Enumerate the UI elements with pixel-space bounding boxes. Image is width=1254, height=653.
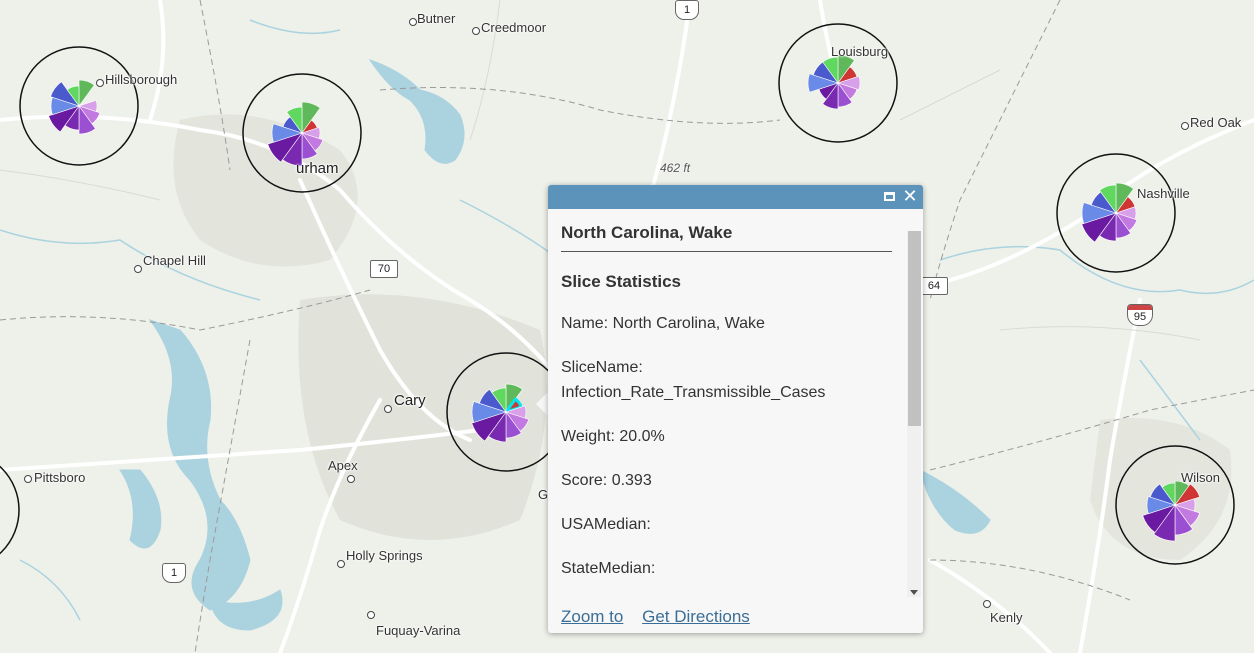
maximize-icon[interactable] [881,188,899,206]
place-label: Wilson [1181,470,1221,485]
popup-pointer [536,392,548,416]
place-dot [347,475,355,483]
us-route-64-shield: 64 [920,277,948,295]
interstate-95-shield: 95 [1127,304,1153,326]
place-dot [409,18,417,26]
attribute-score: Score: 0.393 [561,472,652,489]
popup-header: ✕ [548,185,923,209]
place-label: Pittsboro [34,470,86,485]
place-dot [134,265,142,273]
attribute-weight: Weight: 20.0% [561,428,665,445]
place-dot [337,560,345,568]
place-dot [24,475,32,483]
popup-title: North Carolina, Wake [561,209,892,252]
place-label: Butner [417,11,456,26]
get-directions-link[interactable]: Get Directions [642,607,750,626]
place-dot [367,611,375,619]
attribute-name: Name: North Carolina, Wake [561,315,765,332]
scroll-thumb[interactable] [908,231,921,426]
place-label: Fuquay-Varina [376,623,461,638]
scroll-down-arrow-icon[interactable] [910,590,918,595]
attribute-slicename: SliceName: Infection_Rate_Transmissible_… [561,359,826,401]
place-dot [983,600,991,608]
place-label: Hillsborough [105,72,178,87]
place-label: urham [296,160,339,177]
place-label: Kenly [990,610,1023,625]
place-label: Chapel Hill [143,253,206,268]
section-title: Slice Statistics [561,272,682,291]
us-route-70-shield: 70 [370,260,398,278]
place-label: Nashville [1137,186,1190,201]
attribute-usamedian: USAMedian: [561,516,651,533]
place-label: Apex [328,458,358,473]
attribute-statemedian: StateMedian: [561,560,656,577]
place-label: Louisburg [831,44,889,59]
popup-content: North Carolina, Wake Slice Statistics Na… [548,209,905,589]
elevation-label: 462 ft [660,161,691,175]
place-dot [472,27,480,35]
place-dot [384,405,392,413]
info-popup: ✕ North Carolina, Wake Slice Statistics … [548,185,923,633]
place-label: Holly Springs [346,548,423,563]
us-route-1-shield: 1 [675,0,699,20]
close-icon[interactable]: ✕ [901,188,919,206]
popup-scrollbar[interactable] [907,231,921,597]
place-label: Cary [394,392,426,409]
place-label: Red Oak [1190,115,1242,130]
place-dot [96,79,104,87]
popup-footer: Zoom to Get Directions [561,607,764,627]
place-label: Creedmoor [481,20,547,35]
zoom-to-link[interactable]: Zoom to [561,607,623,626]
us-route-1-shield: 1 [162,563,186,583]
place-dot [1181,122,1189,130]
